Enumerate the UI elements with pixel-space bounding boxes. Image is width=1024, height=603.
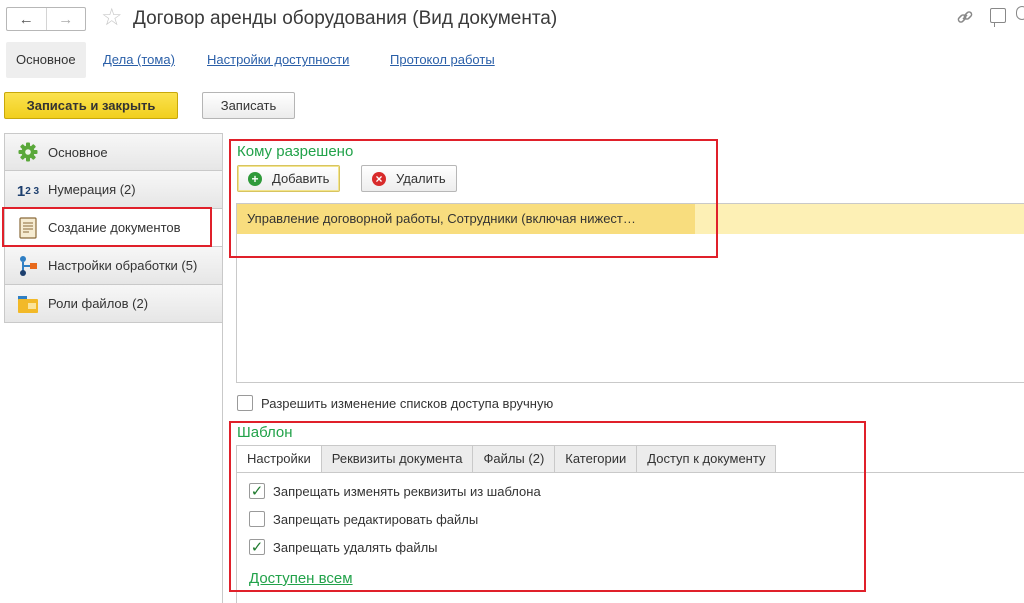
tab-categories[interactable]: Категории: [555, 445, 638, 473]
list-item-text: Управление договорной работы, Сотрудники…: [247, 211, 636, 226]
option-row[interactable]: ✓ Запрещать удалять файлы: [249, 539, 438, 555]
add-button[interactable]: + Добавить: [237, 165, 341, 192]
option-label: Запрещать изменять реквизиты из шаблона: [273, 483, 541, 499]
tab-document-attributes[interactable]: Реквизиты документа: [321, 445, 474, 473]
link-icon[interactable]: [956, 8, 974, 31]
gear-icon: [17, 141, 39, 163]
numbering-icon: 12 3: [16, 183, 40, 200]
option-row[interactable]: Запрещать редактировать файлы: [249, 511, 478, 527]
option-checkbox[interactable]: ✓: [249, 539, 265, 555]
workflow-icon: [17, 255, 39, 277]
tab-cases[interactable]: Дела (тома): [93, 42, 185, 78]
folder-icon: [17, 293, 39, 315]
manual-change-checkbox[interactable]: [237, 395, 253, 411]
save-button[interactable]: Записать: [202, 92, 295, 119]
history-navigation: ← →: [6, 7, 86, 31]
arrow-right-icon: →: [58, 10, 74, 28]
delete-button[interactable]: × Удалить: [361, 165, 457, 192]
checkmark-icon: ✓: [250, 538, 264, 556]
tab-settings[interactable]: Настройки: [236, 445, 322, 473]
tab-main[interactable]: Основное: [6, 42, 86, 78]
checkmark-icon: ✓: [250, 482, 264, 500]
section-item-label: Настройки обработки (5): [48, 258, 198, 273]
close-icon: ×: [372, 171, 386, 186]
template-tabs: Настройки Реквизиты документа Файлы (2) …: [236, 445, 777, 473]
manual-change-checkbox-row[interactable]: Разрешить изменение списков доступа вруч…: [237, 395, 553, 411]
manual-change-label: Разрешить изменение списков доступа вруч…: [261, 395, 554, 411]
section-item-file-roles[interactable]: Роли файлов (2): [4, 285, 223, 323]
section-item-label: Нумерация (2): [48, 182, 136, 197]
back-button[interactable]: ←: [7, 8, 46, 30]
option-label: Запрещать редактировать файлы: [273, 511, 479, 527]
section-list-divider: [222, 133, 223, 603]
save-and-close-button[interactable]: Записать и закрыть: [4, 92, 178, 119]
more-actions-icon[interactable]: [1016, 6, 1024, 20]
option-row[interactable]: ✓ Запрещать изменять реквизиты из шаблон…: [249, 483, 541, 499]
section-item-label: Роли файлов (2): [48, 296, 149, 311]
section-item-label: Создание документов: [48, 220, 181, 235]
template-group-title: Шаблон: [237, 424, 293, 441]
section-item-numbering[interactable]: 12 3 Нумерация (2): [4, 171, 223, 209]
access-group-title: Кому разрешено: [237, 143, 354, 160]
tab-body-border: [236, 473, 237, 603]
option-label: Запрещать удалять файлы: [273, 539, 438, 555]
page-title: Договор аренды оборудования (Вид докумен…: [133, 8, 558, 29]
section-item-main[interactable]: Основное: [4, 133, 223, 171]
favorite-star-icon[interactable]: ☆: [101, 4, 123, 32]
section-item-processing-settings[interactable]: Настройки обработки (5): [4, 247, 223, 285]
tab-document-access[interactable]: Доступ к документу: [637, 445, 777, 473]
section-item-document-creation[interactable]: Создание документов: [4, 209, 223, 247]
option-checkbox[interactable]: ✓: [249, 483, 265, 499]
delete-button-label: Удалить: [396, 171, 446, 186]
tab-work-log[interactable]: Протокол работы: [380, 42, 505, 78]
tab-files[interactable]: Файлы (2): [473, 445, 556, 473]
section-item-label: Основное: [48, 144, 108, 160]
option-checkbox[interactable]: [249, 511, 265, 527]
access-list[interactable]: Управление договорной работы, Сотрудники…: [236, 203, 1024, 383]
list-item[interactable]: Управление договорной работы, Сотрудники…: [237, 204, 1024, 234]
tab-availability-settings[interactable]: Настройки доступности: [197, 42, 359, 78]
add-button-label: Добавить: [272, 171, 330, 186]
tab-divider: [236, 472, 1024, 473]
arrow-left-icon: ←: [18, 10, 34, 28]
section-list: Основное 12 3 Нумерация (2) Создание док…: [4, 133, 223, 323]
window-icon[interactable]: [990, 8, 1006, 27]
available-to-all-link[interactable]: Доступен всем: [249, 570, 353, 587]
document-icon: [17, 216, 39, 239]
plus-icon: +: [248, 171, 262, 186]
forward-button[interactable]: →: [45, 8, 86, 30]
